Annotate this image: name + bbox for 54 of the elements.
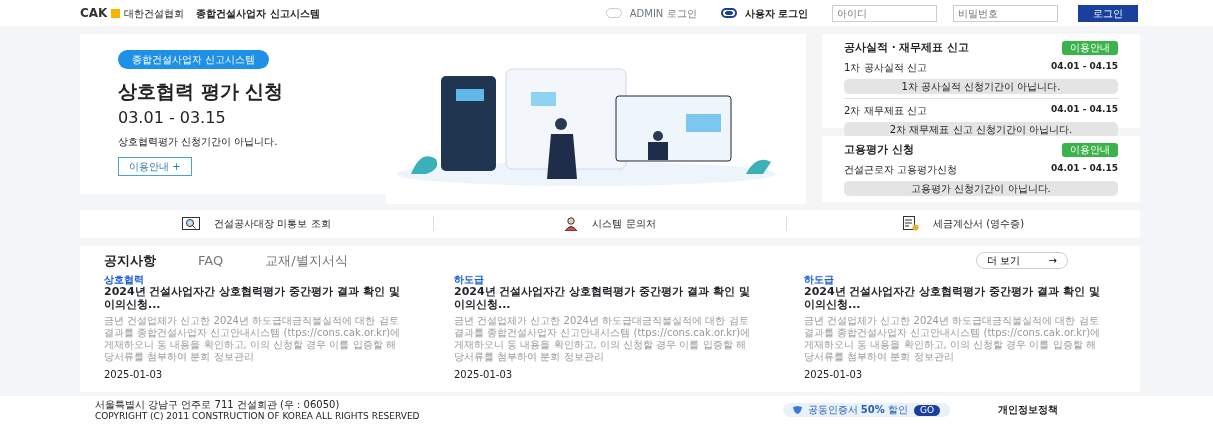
privacy-link[interactable]: 개인정보정책	[998, 404, 1058, 417]
logo[interactable]: CAK	[80, 4, 108, 22]
logo-icon	[111, 8, 121, 18]
post-date: 2025-01-03	[104, 367, 164, 382]
period-text: 04.01 - 04.15	[1051, 59, 1118, 73]
quick-link[interactable]: 건설공사대장 미통보 조회	[214, 216, 331, 232]
go-button[interactable]: GO	[913, 404, 940, 416]
post-title[interactable]: 2024년 건설사업자간 상호협력평가 중간평가 결과 확인 및 이의신청...	[454, 286, 754, 312]
address-text: 서울특별시 강남구 언주로 711 건설회관 (우 : 06050)	[95, 398, 341, 411]
status-message: 1차 공사실적 신청기간이 아닙니다.	[844, 78, 1118, 94]
card-title: 고용평가 신청	[844, 142, 914, 157]
copyright-text: COPYRIGHT (C) 2011 CONSTRUCTION OF KOREA ALL RIGHTS RESERVED	[95, 410, 420, 422]
guide-button[interactable]: 이용안내 +	[118, 156, 192, 176]
quick-link[interactable]: 시스템 문의처	[592, 216, 656, 232]
item-label: 건설근로자 고용평가신청	[844, 162, 958, 177]
person-icon	[564, 216, 579, 231]
status-message: 2차 재무제표 신고 신청기간이 아닙니다.	[844, 121, 1118, 137]
system-title: 종합건설사업자 신고시스템	[196, 6, 320, 21]
quick-link[interactable]: 세금계산서 (영수증)	[933, 216, 1025, 232]
radio-button[interactable]	[720, 8, 737, 18]
search-icon	[182, 217, 201, 231]
post-excerpt: 금년 건설업체가 신고한 2024년 하도급대금직불실적에 대한 검토결과를 종합건설사업자 신고안내시스템 (ttps://cons.cak.or.kr)에 게재하오니 동 내용을 확인하고, 이의 신청할 경우 이를 입증할 해당서류를 첨부하여 분회 정보관리	[804, 314, 1102, 363]
radio-label: 사용자 로그인	[744, 6, 808, 21]
tab[interactable]: 공지사항	[104, 250, 156, 271]
category-label: 상호협력	[104, 274, 145, 286]
post-date: 2025-01-03	[454, 367, 514, 382]
radio-label: ADMIN 로그인	[629, 6, 697, 21]
category-label: 하도급	[804, 274, 835, 286]
post-excerpt: 금년 건설업체가 신고한 2024년 하도급대금직불실적에 대한 검토결과를 종합건설사업자 신고안내시스템 (ttps://cons.cak.or.kr)에 게재하오니 동 내용을 확인하고, 이의 신청할 경우 이를 입증할 해당서류를 첨부하여 분회 정보관리	[104, 314, 402, 363]
item-label: 1차 공사실적 신고	[844, 60, 927, 75]
post-title[interactable]: 2024년 건설사업자간 상호협력평가 중간평가 결과 확인 및 이의신청...	[104, 286, 404, 312]
shield-icon	[792, 406, 802, 415]
login-button[interactable]: 로그인	[1078, 4, 1138, 22]
card-title: 공사실적 · 재무제표 신고	[844, 40, 969, 55]
tab[interactable]: FAQ	[198, 250, 224, 271]
tab[interactable]: 교재/별지서식	[265, 250, 348, 271]
more-button[interactable]: 더 보기 →	[976, 252, 1068, 269]
input-field[interactable]: 아이디	[832, 4, 937, 22]
badge: 종합건설사업자 신고시스템	[118, 50, 270, 69]
period-text: 04.01 - 04.15	[1051, 161, 1118, 175]
input-field[interactable]: 비밀번호	[953, 4, 1058, 22]
receipt-icon	[903, 216, 920, 232]
period-text: 03.01 - 03.15	[118, 106, 226, 129]
post-date: 2025-01-03	[804, 367, 864, 382]
post-title[interactable]: 2024년 건설사업자간 상호협력평가 중간평가 결과 확인 및 이의신청...	[804, 286, 1104, 312]
status-message: 고용평가 신청기간이 아닙니다.	[844, 180, 1118, 196]
period-text: 04.01 - 04.15	[1051, 102, 1118, 116]
category-label: 하도급	[454, 274, 485, 286]
status-text: 상호협력평가 신청기간이 아닙니다.	[118, 134, 278, 149]
hero-title: 상호협력 평가 신청	[118, 79, 284, 104]
organization-name: 대한건설협회	[124, 6, 185, 21]
promo-text: 공동인증서 50% 할인	[807, 404, 908, 417]
post-excerpt: 금년 건설업체가 신고한 2024년 하도급대금직불실적에 대한 검토결과를 종합건설사업자 신고안내시스템 (ttps://cons.cak.or.kr)에 게재하오니 동 내용을 확인하고, 이의 신청할 경우 이를 입증할 해당서류를 첨부하여 분회 정보관리	[454, 314, 752, 363]
item-label: 2차 재무제표 신고	[844, 103, 927, 118]
